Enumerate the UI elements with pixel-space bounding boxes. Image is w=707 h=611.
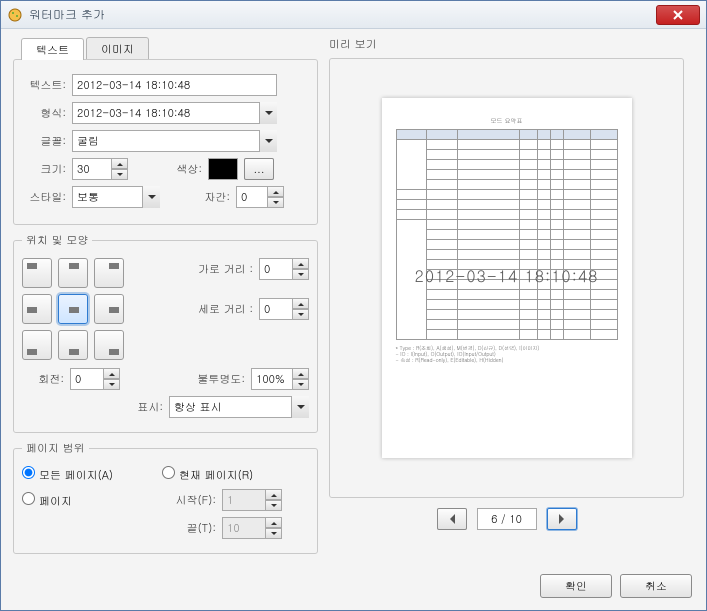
radio-current-page[interactable] (162, 466, 175, 479)
pos-br[interactable] (94, 330, 124, 360)
vdist-up[interactable] (293, 298, 309, 309)
to-down (266, 528, 282, 539)
tracking-spinner[interactable] (236, 186, 268, 208)
label-format: 형식: (24, 106, 72, 121)
vdist-spinner[interactable] (259, 298, 293, 320)
label-color: 색상: (168, 162, 208, 177)
tab-text[interactable]: 텍스트 (21, 38, 84, 60)
text-input[interactable] (72, 74, 277, 96)
vdist-down[interactable] (293, 309, 309, 320)
cancel-button[interactable]: 취소 (620, 574, 692, 598)
label-hdist: 가로 거리 : (187, 262, 259, 277)
format-combo[interactable]: 2012-03-14 18:10:48 (72, 102, 277, 124)
color-more-button[interactable]: ... (244, 158, 274, 180)
tab-text-label: 텍스트 (36, 43, 69, 58)
tracking-up[interactable] (268, 186, 284, 197)
pos-ml[interactable] (22, 294, 52, 324)
pos-tr[interactable] (94, 258, 124, 288)
pos-mr[interactable] (94, 294, 124, 324)
hdist-up[interactable] (293, 258, 309, 269)
label-size: 크기: (24, 162, 72, 177)
label-tracking: 자간: (178, 190, 236, 205)
pos-bc[interactable] (58, 330, 88, 360)
opacity-down[interactable] (293, 379, 309, 390)
radio-current-label: 현재 페이지(R) (179, 468, 253, 483)
label-opacity: 불투명도: (120, 372, 251, 387)
ok-label: 확인 (565, 579, 587, 594)
rotate-down[interactable] (104, 379, 120, 390)
chevron-left-icon (445, 514, 455, 524)
pos-bl[interactable] (22, 330, 52, 360)
ellipsis-label: ... (253, 162, 264, 177)
label-from: 시작(F): (162, 493, 222, 508)
radio-page-range[interactable] (22, 492, 35, 505)
radio-all-label: 모든 페이지(A) (39, 468, 113, 483)
label-rotate: 회전: (22, 372, 70, 387)
from-spinner (222, 489, 266, 511)
position-grid (22, 258, 124, 360)
radio-pages-label: 페이지 (39, 494, 72, 509)
size-up[interactable] (112, 158, 128, 169)
size-down[interactable] (112, 169, 128, 180)
tab-image-label: 이미지 (101, 42, 134, 57)
opacity-up[interactable] (293, 368, 309, 379)
preview-area: 모드 요약표 (329, 58, 684, 498)
tab-image[interactable]: 이미지 (86, 37, 149, 59)
prev-page-button[interactable] (437, 508, 467, 530)
chevron-right-icon (559, 514, 569, 524)
hdist-spinner[interactable] (259, 258, 293, 280)
label-vdist: 세로 거리 : (187, 302, 259, 317)
display-combo[interactable]: 항상 표시 (169, 396, 309, 418)
legend-range: 페이지 범위 (22, 441, 89, 456)
close-button[interactable] (656, 5, 700, 25)
preview-label: 미리 보기 (329, 37, 684, 52)
label-text: 텍스트: (24, 78, 72, 93)
style-combo[interactable]: 보통 (72, 186, 160, 208)
page-number-display: 6 / 10 (477, 508, 537, 530)
rotate-up[interactable] (104, 368, 120, 379)
size-spinner[interactable] (72, 158, 112, 180)
titlebar: 워터마크 추가 (1, 1, 706, 29)
window-title: 워터마크 추가 (29, 6, 656, 23)
label-display: 표시: (137, 400, 169, 415)
tabstrip: 텍스트 이미지 (21, 37, 318, 59)
pos-tl[interactable] (22, 258, 52, 288)
font-combo[interactable]: 굴림 (72, 130, 277, 152)
cancel-label: 취소 (645, 579, 667, 594)
from-down (266, 500, 282, 511)
app-icon (7, 7, 23, 23)
radio-all-pages[interactable] (22, 466, 35, 479)
hdist-down[interactable] (293, 269, 309, 280)
ok-button[interactable]: 확인 (540, 574, 612, 598)
legend-position: 위치 및 모양 (22, 233, 92, 248)
to-up (266, 517, 282, 528)
label-font: 글꼴: (24, 134, 72, 149)
label-to: 끝(T): (162, 521, 222, 536)
preview-document: 모드 요약표 (382, 98, 632, 458)
close-icon (673, 10, 683, 20)
pos-mc[interactable] (58, 294, 88, 324)
label-style: 스타일: (24, 190, 72, 205)
from-up (266, 489, 282, 500)
to-spinner (222, 517, 266, 539)
pos-tc[interactable] (58, 258, 88, 288)
color-swatch[interactable] (208, 158, 238, 180)
rotate-spinner[interactable] (70, 368, 104, 390)
next-page-button[interactable] (547, 508, 577, 530)
tracking-down[interactable] (268, 197, 284, 208)
opacity-spinner[interactable] (251, 368, 293, 390)
